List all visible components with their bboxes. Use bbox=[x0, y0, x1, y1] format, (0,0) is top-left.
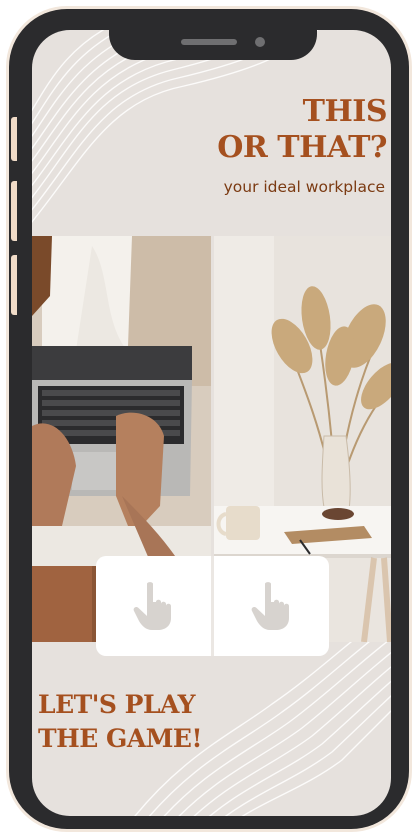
page-title: THIS OR THAT? bbox=[217, 94, 387, 166]
pointing-hand-icon bbox=[133, 582, 171, 630]
phone-screen: THIS OR THAT? your ideal workplace LET'S… bbox=[32, 30, 391, 816]
title-line-2: OR THAT? bbox=[217, 130, 387, 165]
volume-up-button bbox=[11, 181, 17, 241]
vote-panel bbox=[96, 556, 329, 656]
front-camera bbox=[255, 37, 265, 47]
subtitle: your ideal workplace bbox=[223, 178, 385, 196]
mute-switch bbox=[11, 117, 17, 161]
phone-notch bbox=[109, 28, 317, 60]
title-line-1: THIS bbox=[302, 94, 388, 129]
volume-down-button bbox=[11, 255, 17, 315]
call-to-action: LET'S PLAY THE GAME! bbox=[38, 688, 202, 756]
vote-left-button[interactable] bbox=[96, 556, 211, 656]
vote-right-button[interactable] bbox=[214, 556, 329, 656]
cta-line-2: THE GAME! bbox=[38, 724, 202, 753]
speaker-grille bbox=[181, 39, 237, 45]
pointing-hand-icon bbox=[251, 582, 289, 630]
cta-line-1: LET'S PLAY bbox=[38, 690, 196, 719]
